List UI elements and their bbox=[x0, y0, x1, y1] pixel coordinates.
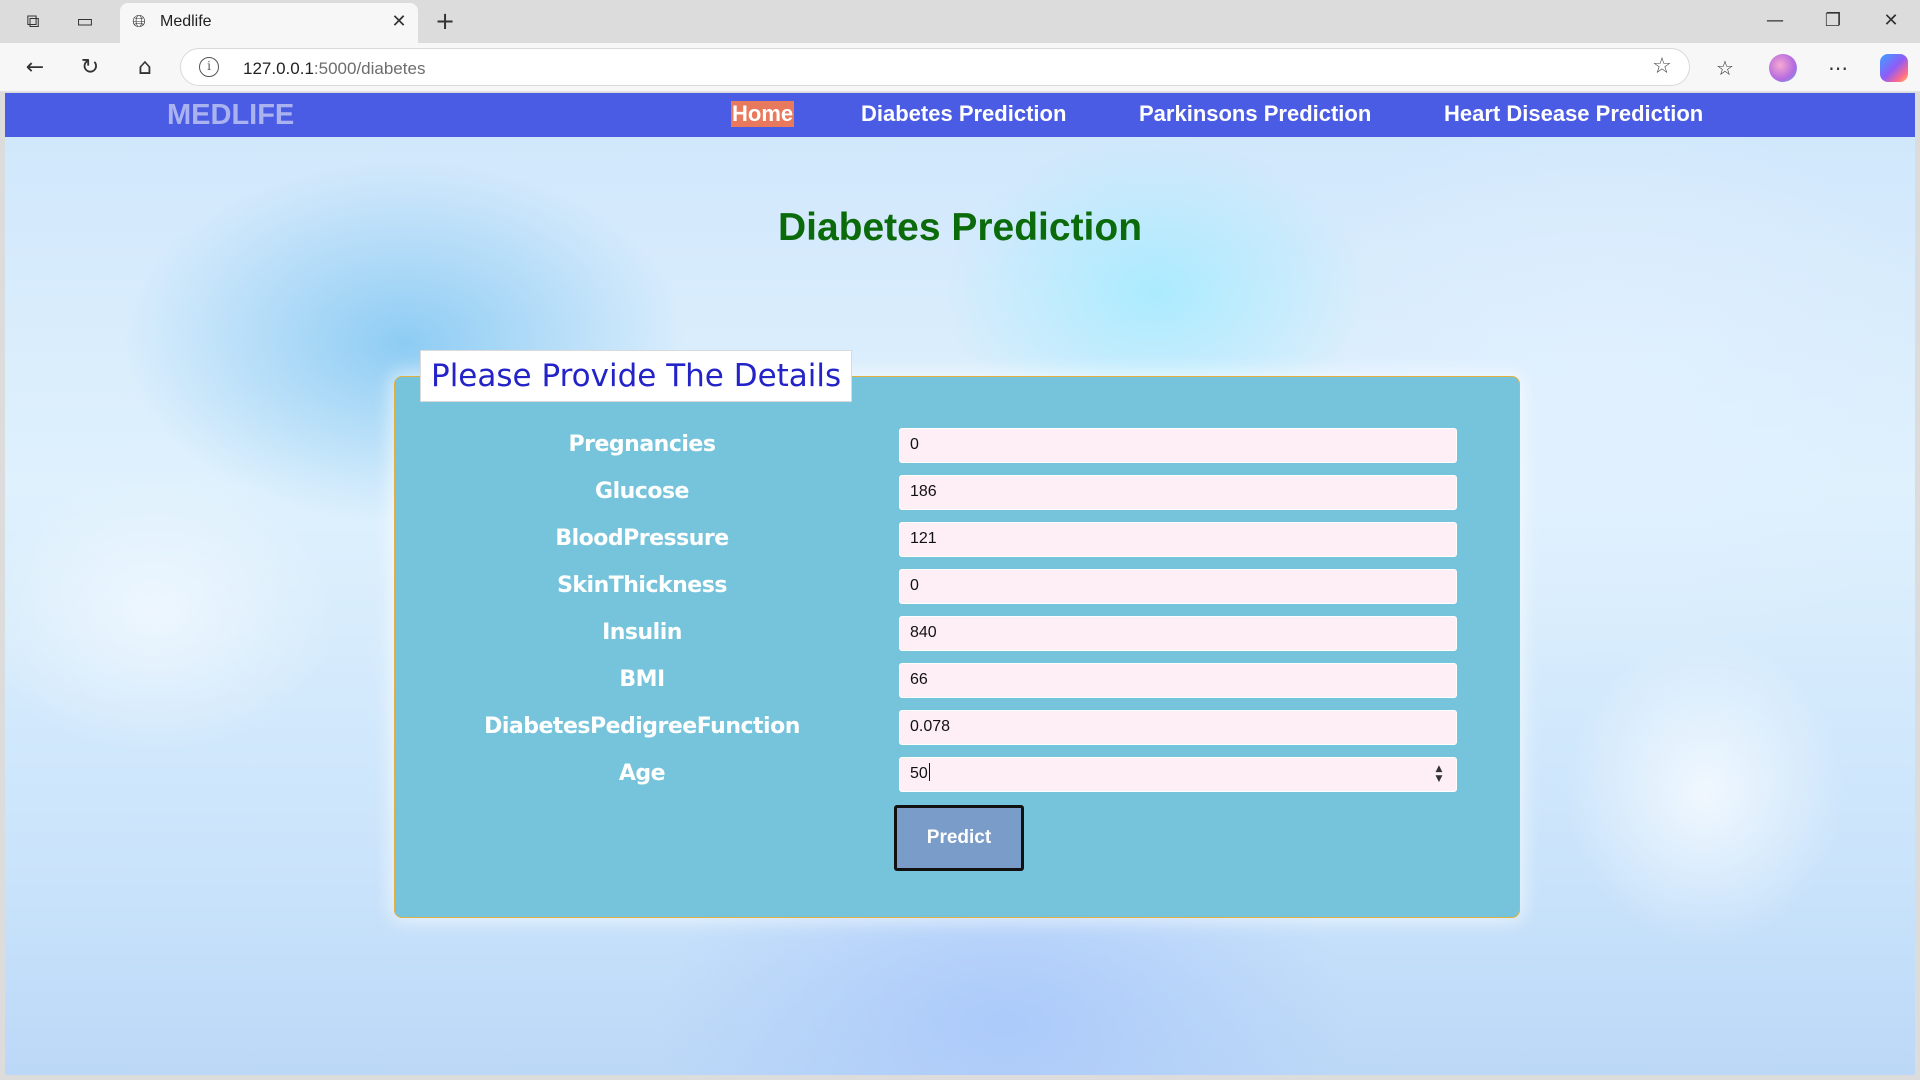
site-navbar: MEDLIFE Home Diabetes Prediction Parkins… bbox=[5, 93, 1915, 137]
favorites-icon[interactable]: ☆ bbox=[1710, 53, 1740, 83]
info-icon[interactable]: i bbox=[199, 57, 219, 77]
window-close-icon[interactable]: ✕ bbox=[1876, 8, 1906, 34]
label-skin-thickness: SkinThickness bbox=[557, 573, 727, 598]
browser-tab-bar: ⧉ ▭ 🌐︎ Medlife ✕ + — ❐ ✕ bbox=[0, 0, 1920, 43]
url-text: 127.0.0.1:5000/diabetes bbox=[243, 59, 426, 78]
insulin-input[interactable]: 840 bbox=[899, 616, 1457, 651]
glucose-input[interactable]: 186 bbox=[899, 475, 1457, 510]
spinner-icon[interactable]: ▲ ▼ bbox=[1434, 764, 1444, 784]
tab-actions-icon[interactable]: ▭ bbox=[72, 10, 98, 34]
profile-icon[interactable] bbox=[1769, 54, 1797, 82]
new-tab-icon[interactable]: + bbox=[432, 8, 458, 34]
reload-icon[interactable]: ↻ bbox=[75, 53, 105, 83]
label-insulin: Insulin bbox=[602, 620, 682, 645]
diabetes-pedigree-function-input[interactable]: 0.078 bbox=[899, 710, 1457, 745]
pregnancies-input[interactable]: 0 bbox=[899, 428, 1457, 463]
tab-title: Medlife bbox=[160, 13, 212, 30]
copilot-icon[interactable] bbox=[1880, 54, 1908, 82]
nav-link-heart-disease[interactable]: Heart Disease Prediction bbox=[1444, 101, 1703, 127]
age-input-value: 50 bbox=[910, 765, 928, 782]
age-input[interactable]: 50 ▲ ▼ bbox=[899, 757, 1457, 792]
address-bar[interactable]: i 127.0.0.1:5000/diabetes ☆ bbox=[180, 48, 1690, 86]
nav-link-parkinsons[interactable]: Parkinsons Prediction bbox=[1139, 101, 1371, 127]
favorite-star-icon[interactable]: ☆ bbox=[1649, 54, 1675, 80]
minimize-icon[interactable]: — bbox=[1760, 8, 1790, 34]
label-glucose: Glucose bbox=[595, 479, 689, 504]
site-brand[interactable]: MEDLIFE bbox=[167, 99, 294, 132]
form-legend: Please Provide The Details bbox=[420, 350, 853, 402]
workspaces-icon[interactable]: ⧉ bbox=[20, 10, 46, 34]
back-icon[interactable]: ← bbox=[20, 53, 50, 83]
skin-thickness-input[interactable]: 0 bbox=[899, 569, 1457, 604]
close-icon[interactable]: ✕ bbox=[388, 11, 410, 33]
label-blood-pressure: BloodPressure bbox=[555, 526, 729, 551]
nav-link-home[interactable]: Home bbox=[731, 101, 795, 127]
label-age: Age bbox=[618, 761, 666, 786]
restore-icon[interactable]: ❐ bbox=[1818, 8, 1848, 34]
text-caret bbox=[928, 763, 930, 781]
label-diabetes-pedigree-function: DiabetesPedigreeFunction bbox=[484, 714, 800, 739]
globe-icon: 🌐︎ bbox=[132, 12, 146, 32]
label-bmi: BMI bbox=[619, 667, 665, 692]
blood-pressure-input[interactable]: 121 bbox=[899, 522, 1457, 557]
more-icon[interactable]: ⋯ bbox=[1823, 53, 1853, 83]
browser-toolbar: ← ↻ ⌂ i 127.0.0.1:5000/diabetes ☆ ☆ ⋯ bbox=[0, 43, 1920, 92]
home-icon[interactable]: ⌂ bbox=[130, 53, 160, 83]
browser-tab[interactable]: 🌐︎ Medlife ✕ bbox=[120, 3, 418, 43]
label-pregnancies: Pregnancies bbox=[568, 432, 716, 457]
page-title: Diabetes Prediction bbox=[777, 206, 1143, 249]
predict-button[interactable]: Predict bbox=[894, 805, 1024, 871]
nav-link-diabetes[interactable]: Diabetes Prediction bbox=[861, 101, 1066, 127]
bmi-input[interactable]: 66 bbox=[899, 663, 1457, 698]
